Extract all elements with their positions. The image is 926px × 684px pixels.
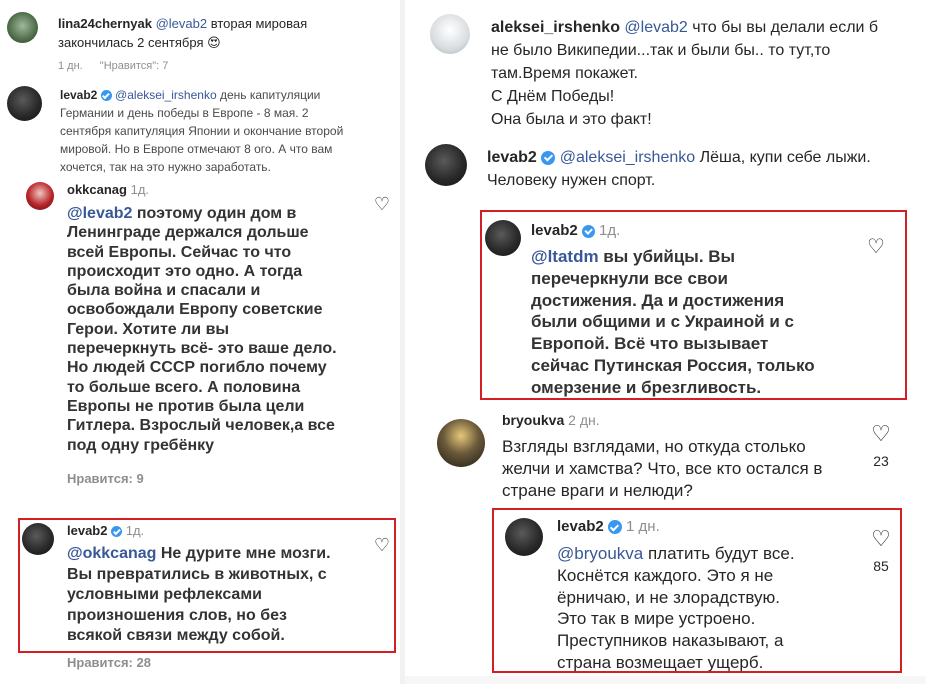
username[interactable]: aleksei_irshenko — [491, 19, 620, 36]
username[interactable]: okkcanag — [67, 182, 127, 197]
left-screenshot-panel: lina24chernyak @levab2 вторая мировая за… — [0, 0, 400, 684]
highlight-box — [492, 508, 902, 673]
username[interactable]: levab2 — [487, 149, 537, 166]
comment-aleksei-irshenko: aleksei_irshenko @levab2 что бы вы делал… — [405, 0, 926, 140]
highlight-box — [18, 518, 396, 653]
comment-body: @levab2 поэтому один дом в Ленинграде де… — [67, 204, 367, 455]
verified-badge-icon — [541, 150, 556, 165]
comment-header: okkcanag 1д. — [67, 182, 149, 197]
timestamp: 1д. — [130, 182, 150, 197]
likes-count[interactable]: Нравится: 28 — [67, 655, 151, 670]
comment-levab2-reply-aleksei: levab2 @aleksei_irshenko день капитуляци… — [0, 80, 400, 178]
mention-link[interactable]: @aleksei_irshenko — [560, 149, 695, 166]
comment-body: aleksei_irshenko @levab2 что бы вы делал… — [491, 16, 921, 131]
avatar[interactable] — [437, 419, 485, 467]
comment-bryoukva: bryoukva 2 дн. Взгляды взглядами, но отк… — [405, 405, 926, 505]
comment-text: Взгляды взглядами, но откуда столько жел… — [502, 437, 823, 500]
comment-levab2-reply-aleksei: levab2 @aleksei_irshenko Лёша, купи себе… — [405, 140, 926, 205]
comment-lina24chernyak: lina24chernyak @levab2 вторая мировая за… — [0, 0, 400, 80]
comment-body: levab2 @aleksei_irshenko день капитуляци… — [60, 86, 395, 176]
comment-body: Взгляды взглядами, но откуда столько жел… — [502, 436, 872, 502]
right-screenshot-panel: aleksei_irshenko @levab2 что бы вы делал… — [405, 0, 926, 684]
comment-okkcanag: okkcanag 1д. @levab2 поэтому один дом в … — [0, 178, 400, 508]
comment-body: lina24chernyak @levab2 вторая мировая за… — [58, 14, 388, 52]
verified-badge-icon — [100, 90, 112, 102]
avatar[interactable] — [430, 14, 470, 54]
mention-link[interactable]: @aleksei_irshenko — [115, 88, 217, 102]
timestamp: 1 дн. — [58, 60, 83, 72]
avatar[interactable] — [26, 182, 54, 210]
avatar[interactable] — [425, 144, 467, 186]
likes-count[interactable]: Нравится: 9 — [67, 471, 144, 486]
mention-link[interactable]: @levab2 — [624, 19, 687, 36]
avatar[interactable] — [7, 86, 42, 121]
comment-header: bryoukva 2 дн. — [502, 412, 600, 428]
username[interactable]: lina24chernyak — [58, 16, 152, 31]
comment-text: поэтому один дом в Ленинграде держался д… — [67, 205, 337, 454]
comment-body: levab2 @aleksei_irshenko Лёша, купи себе… — [487, 146, 917, 192]
likes-count[interactable]: "Нравится": 7 — [100, 60, 169, 72]
timestamp: 2 дн. — [568, 412, 600, 428]
like-count: 23 — [873, 453, 889, 469]
username[interactable]: levab2 — [60, 88, 97, 102]
mention-link[interactable]: @levab2 — [67, 205, 132, 222]
like-heart-icon[interactable]: ♡ — [372, 194, 392, 215]
mention-link[interactable]: @levab2 — [156, 16, 208, 31]
like-heart-icon[interactable]: ♡ — [869, 421, 893, 447]
bottom-bar — [405, 676, 926, 684]
avatar[interactable] — [7, 12, 38, 43]
highlight-box — [480, 210, 907, 400]
username[interactable]: bryoukva — [502, 412, 564, 428]
comment-meta: 1 дн. "Нравится": 7 — [58, 60, 168, 72]
